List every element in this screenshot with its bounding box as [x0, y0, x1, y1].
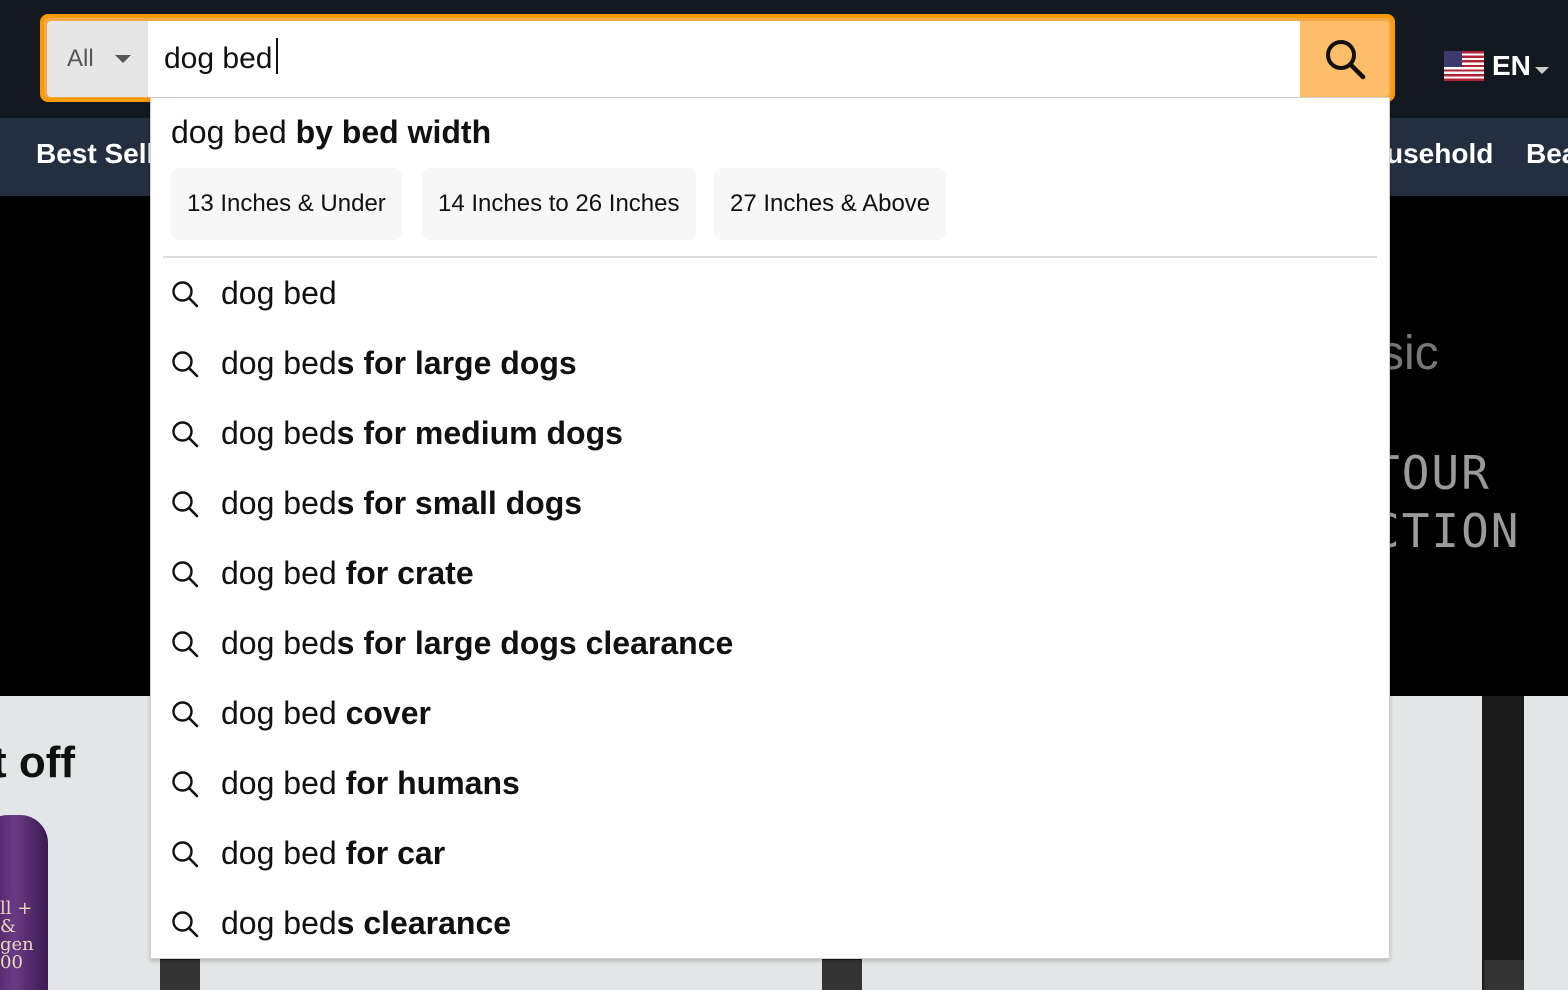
- suggestion-item[interactable]: dog beds for small dogs: [150, 469, 1390, 539]
- suggestion-item[interactable]: dog bed for crate: [150, 539, 1390, 609]
- search-icon: [172, 421, 199, 448]
- suggestion-query: dog bed: [221, 275, 337, 311]
- search-category-dropdown[interactable]: [47, 21, 148, 97]
- suggestion-text: dog beds for small dogs: [221, 485, 582, 522]
- search-button[interactable]: [1300, 21, 1389, 97]
- nav-item-beauty[interactable]: Bea: [1526, 138, 1568, 170]
- refinement-chip[interactable]: 14 Inches to 26 Inches: [422, 168, 696, 240]
- suggestion-item[interactable]: dog bed cover: [150, 679, 1390, 749]
- suggestion-text: dog bed: [221, 275, 337, 312]
- divider: [1484, 960, 1524, 990]
- suggestion-query: dog bed: [221, 415, 337, 451]
- search-icon: [172, 351, 199, 378]
- suggestion-completion: s for large dogs clearance: [336, 625, 734, 661]
- suggestion-text: dog beds for large dogs clearance: [221, 625, 733, 662]
- suggestion-text: dog bed cover: [221, 695, 431, 732]
- suggestion-completion: s for medium dogs: [336, 415, 623, 451]
- suggestion-query: dog bed: [221, 345, 337, 381]
- product-label-text: ll + & gen 00: [0, 898, 34, 973]
- chip-label: 14 Inches to 26 Inches: [438, 190, 680, 217]
- suggestion-item[interactable]: dog bed: [150, 259, 1390, 329]
- suggestion-query: dog bed: [221, 765, 337, 801]
- refinement-chip[interactable]: 13 Inches & Under: [171, 168, 402, 240]
- caret-down-icon: [115, 55, 131, 63]
- search-icon: [172, 771, 199, 798]
- search-icon: [172, 631, 199, 658]
- suggestion-item[interactable]: dog bed for humans: [150, 749, 1390, 819]
- refinement-header-query: dog bed: [171, 114, 287, 150]
- suggestion-completion: s clearance: [336, 905, 512, 941]
- suggestion-query: dog bed: [221, 485, 337, 521]
- language-code: EN: [1492, 50, 1531, 81]
- suggestion-completion: for crate: [336, 555, 474, 591]
- divider: [822, 960, 862, 990]
- language-selector[interactable]: EN: [1444, 50, 1549, 82]
- dropdown-divider: [163, 256, 1377, 258]
- search-category-label: All: [67, 45, 94, 72]
- caret-down-icon: [1534, 66, 1549, 74]
- nav-item-household[interactable]: usehold: [1386, 138, 1493, 170]
- search-icon: [172, 701, 199, 728]
- chip-label: 13 Inches & Under: [187, 190, 386, 217]
- us-flag-icon: [1444, 51, 1484, 81]
- suggestion-query: dog bed: [221, 905, 337, 941]
- suggestion-item[interactable]: dog beds for large dogs: [150, 329, 1390, 399]
- refinement-header-label: by bed width: [286, 114, 492, 150]
- suggestion-completion: cover: [336, 695, 431, 731]
- search-icon: [172, 841, 199, 868]
- suggestion-item[interactable]: dog beds for medium dogs: [150, 399, 1390, 469]
- chip-label: 27 Inches & Above: [730, 190, 931, 217]
- suggestion-text: dog beds for large dogs: [221, 345, 577, 382]
- suggestion-query: dog bed: [221, 695, 337, 731]
- suggestion-completion: for car: [336, 835, 446, 871]
- suggestion-query: dog bed: [221, 625, 337, 661]
- suggestion-text: dog bed for crate: [221, 555, 474, 592]
- suggestion-query: dog bed: [221, 835, 337, 871]
- search-icon: [172, 561, 199, 588]
- divider: [160, 960, 200, 990]
- refinement-header: dog bed by bed width: [171, 114, 491, 151]
- promo-card-headline: t off: [0, 738, 76, 787]
- search-icon: [172, 911, 199, 938]
- search-icon: [1325, 40, 1365, 80]
- search-icon: [172, 281, 199, 308]
- suggestion-text: dog bed for humans: [221, 765, 520, 802]
- suggestion-text: dog beds clearance: [221, 905, 511, 942]
- hero-text: CTION: [1372, 504, 1521, 558]
- search-input[interactable]: [148, 21, 1300, 97]
- suggestion-item[interactable]: dog beds clearance: [150, 889, 1390, 959]
- suggestion-query: dog bed: [221, 555, 337, 591]
- promo-card[interactable]: [1524, 696, 1568, 990]
- suggestion-completion: s for small dogs: [336, 485, 583, 521]
- suggestion-item[interactable]: dog bed for car: [150, 819, 1390, 889]
- search-icon: [172, 491, 199, 518]
- suggestion-text: dog beds for medium dogs: [221, 415, 623, 452]
- suggestion-item[interactable]: dog beds for large dogs clearance: [150, 609, 1390, 679]
- text-cursor: [276, 38, 278, 74]
- refinement-chip[interactable]: 27 Inches & Above: [714, 168, 947, 240]
- suggestion-text: dog bed for car: [221, 835, 445, 872]
- suggestion-completion: for humans: [336, 765, 520, 801]
- suggestion-completion: s for large dogs: [336, 345, 577, 381]
